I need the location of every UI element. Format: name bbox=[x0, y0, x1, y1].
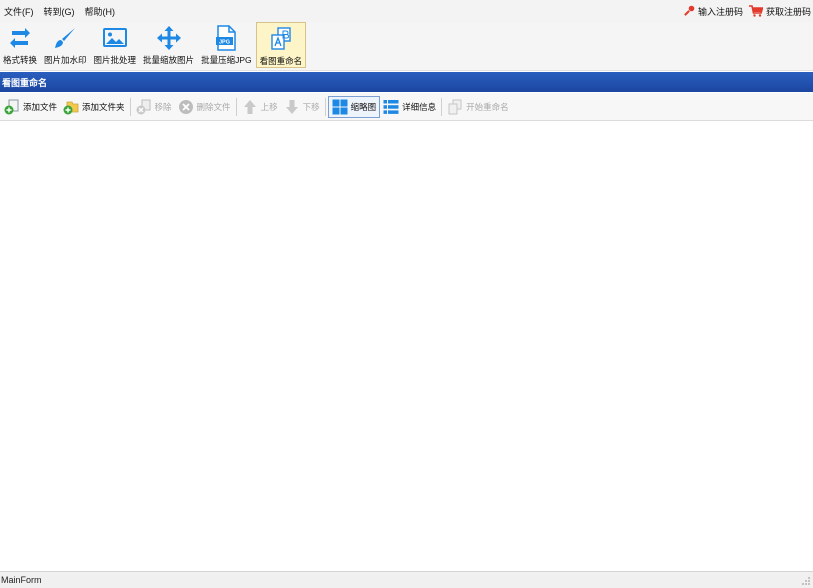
arrow-up-icon bbox=[243, 99, 256, 114]
toolbar-separator bbox=[441, 97, 443, 116]
get-code-link[interactable]: 获取注册码 bbox=[748, 5, 811, 18]
thumbnail-label: 缩略图 bbox=[350, 101, 377, 112]
registration-area: 输入注册码 获取注册码 bbox=[683, 5, 813, 18]
batch-resize-label: 批量缩放图片 bbox=[143, 55, 195, 65]
batch-resize-button[interactable]: 批量缩放图片 bbox=[140, 22, 197, 68]
menu-help[interactable]: 帮助(H) bbox=[81, 5, 122, 18]
enter-code-label: 输入注册码 bbox=[697, 6, 743, 17]
key-icon bbox=[684, 5, 695, 16]
batch-process-label: 图片批处理 bbox=[93, 55, 137, 65]
move-arrows-icon bbox=[156, 26, 181, 50]
details-view-button[interactable]: 详细信息 bbox=[380, 96, 439, 118]
start-rename-icon bbox=[448, 99, 462, 114]
menu-goto[interactable]: 转到(G) bbox=[40, 5, 81, 18]
move-down-button[interactable]: 下移 bbox=[281, 96, 323, 118]
add-folder-icon bbox=[63, 101, 79, 114]
file-list-area[interactable] bbox=[0, 122, 813, 571]
panel-title: 看图重命名 bbox=[2, 77, 48, 88]
toolbar-separator bbox=[235, 97, 237, 116]
compress-jpg-button[interactable]: JPG 批量压缩JPG bbox=[198, 22, 255, 68]
format-convert-button[interactable]: 格式转换 bbox=[0, 22, 40, 68]
thumbnail-view-button[interactable]: 缩略图 bbox=[327, 95, 381, 118]
add-file-icon bbox=[4, 99, 19, 114]
add-folder-button[interactable]: 添加文件夹 bbox=[60, 96, 128, 118]
move-down-label: 下移 bbox=[302, 101, 320, 112]
toolbar-separator bbox=[129, 97, 131, 116]
grid-icon bbox=[332, 99, 348, 114]
jpg-badge-text: JPG bbox=[219, 39, 230, 45]
status-text: MainForm bbox=[1, 575, 42, 585]
remove-button[interactable]: 移除 bbox=[133, 96, 175, 118]
main-toolbar: 格式转换 图片加水印 图片批处理 批量缩放图片 JPG 批量压缩JPG 看图重命… bbox=[0, 22, 813, 71]
compress-jpg-label: 批量压缩JPG bbox=[201, 55, 252, 65]
action-toolbar: 添加文件 添加文件夹 移除 删除文件 上移 下移 缩略图 详细信息 开始重命名 bbox=[0, 93, 813, 121]
format-convert-label: 格式转换 bbox=[3, 55, 38, 65]
menu-file[interactable]: 文件(F) bbox=[0, 5, 40, 18]
panel-title-bar: 看图重命名 bbox=[0, 72, 813, 92]
rename-label: 看图重命名 bbox=[259, 56, 303, 66]
add-file-button[interactable]: 添加文件 bbox=[1, 96, 60, 118]
start-rename-label: 开始重命名 bbox=[466, 101, 509, 112]
toolbar-separator bbox=[324, 97, 326, 116]
list-icon bbox=[383, 99, 399, 114]
move-up-button[interactable]: 上移 bbox=[239, 96, 281, 118]
add-folder-label: 添加文件夹 bbox=[82, 101, 125, 112]
remove-icon bbox=[136, 99, 151, 114]
enter-code-link[interactable]: 输入注册码 bbox=[683, 5, 743, 18]
start-rename-button[interactable]: 开始重命名 bbox=[444, 96, 512, 118]
status-bar: MainForm bbox=[0, 571, 813, 588]
rename-icon bbox=[271, 27, 291, 50]
brush-icon bbox=[55, 28, 76, 48]
get-code-label: 获取注册码 bbox=[765, 6, 811, 17]
cart-icon bbox=[748, 5, 763, 17]
add-file-label: 添加文件 bbox=[23, 101, 58, 112]
rename-button[interactable]: 看图重命名 bbox=[255, 22, 307, 68]
details-label: 详细信息 bbox=[402, 101, 437, 112]
delete-file-label: 删除文件 bbox=[196, 101, 231, 112]
resize-grip-icon[interactable] bbox=[799, 574, 811, 586]
move-up-label: 上移 bbox=[260, 101, 278, 112]
jpg-file-icon: JPG bbox=[216, 25, 237, 51]
delete-icon bbox=[178, 99, 193, 114]
watermark-label: 图片加水印 bbox=[44, 55, 87, 65]
arrow-down-icon bbox=[285, 99, 298, 114]
watermark-button[interactable]: 图片加水印 bbox=[41, 22, 90, 68]
batch-process-button[interactable]: 图片批处理 bbox=[91, 22, 140, 68]
image-icon bbox=[102, 28, 127, 47]
remove-label: 移除 bbox=[154, 101, 172, 112]
format-convert-icon bbox=[10, 28, 30, 48]
delete-file-button[interactable]: 删除文件 bbox=[175, 96, 234, 118]
menu-bar: 文件(F) 转到(G) 帮助(H) 输入注册码 获取注册码 bbox=[0, 0, 813, 22]
